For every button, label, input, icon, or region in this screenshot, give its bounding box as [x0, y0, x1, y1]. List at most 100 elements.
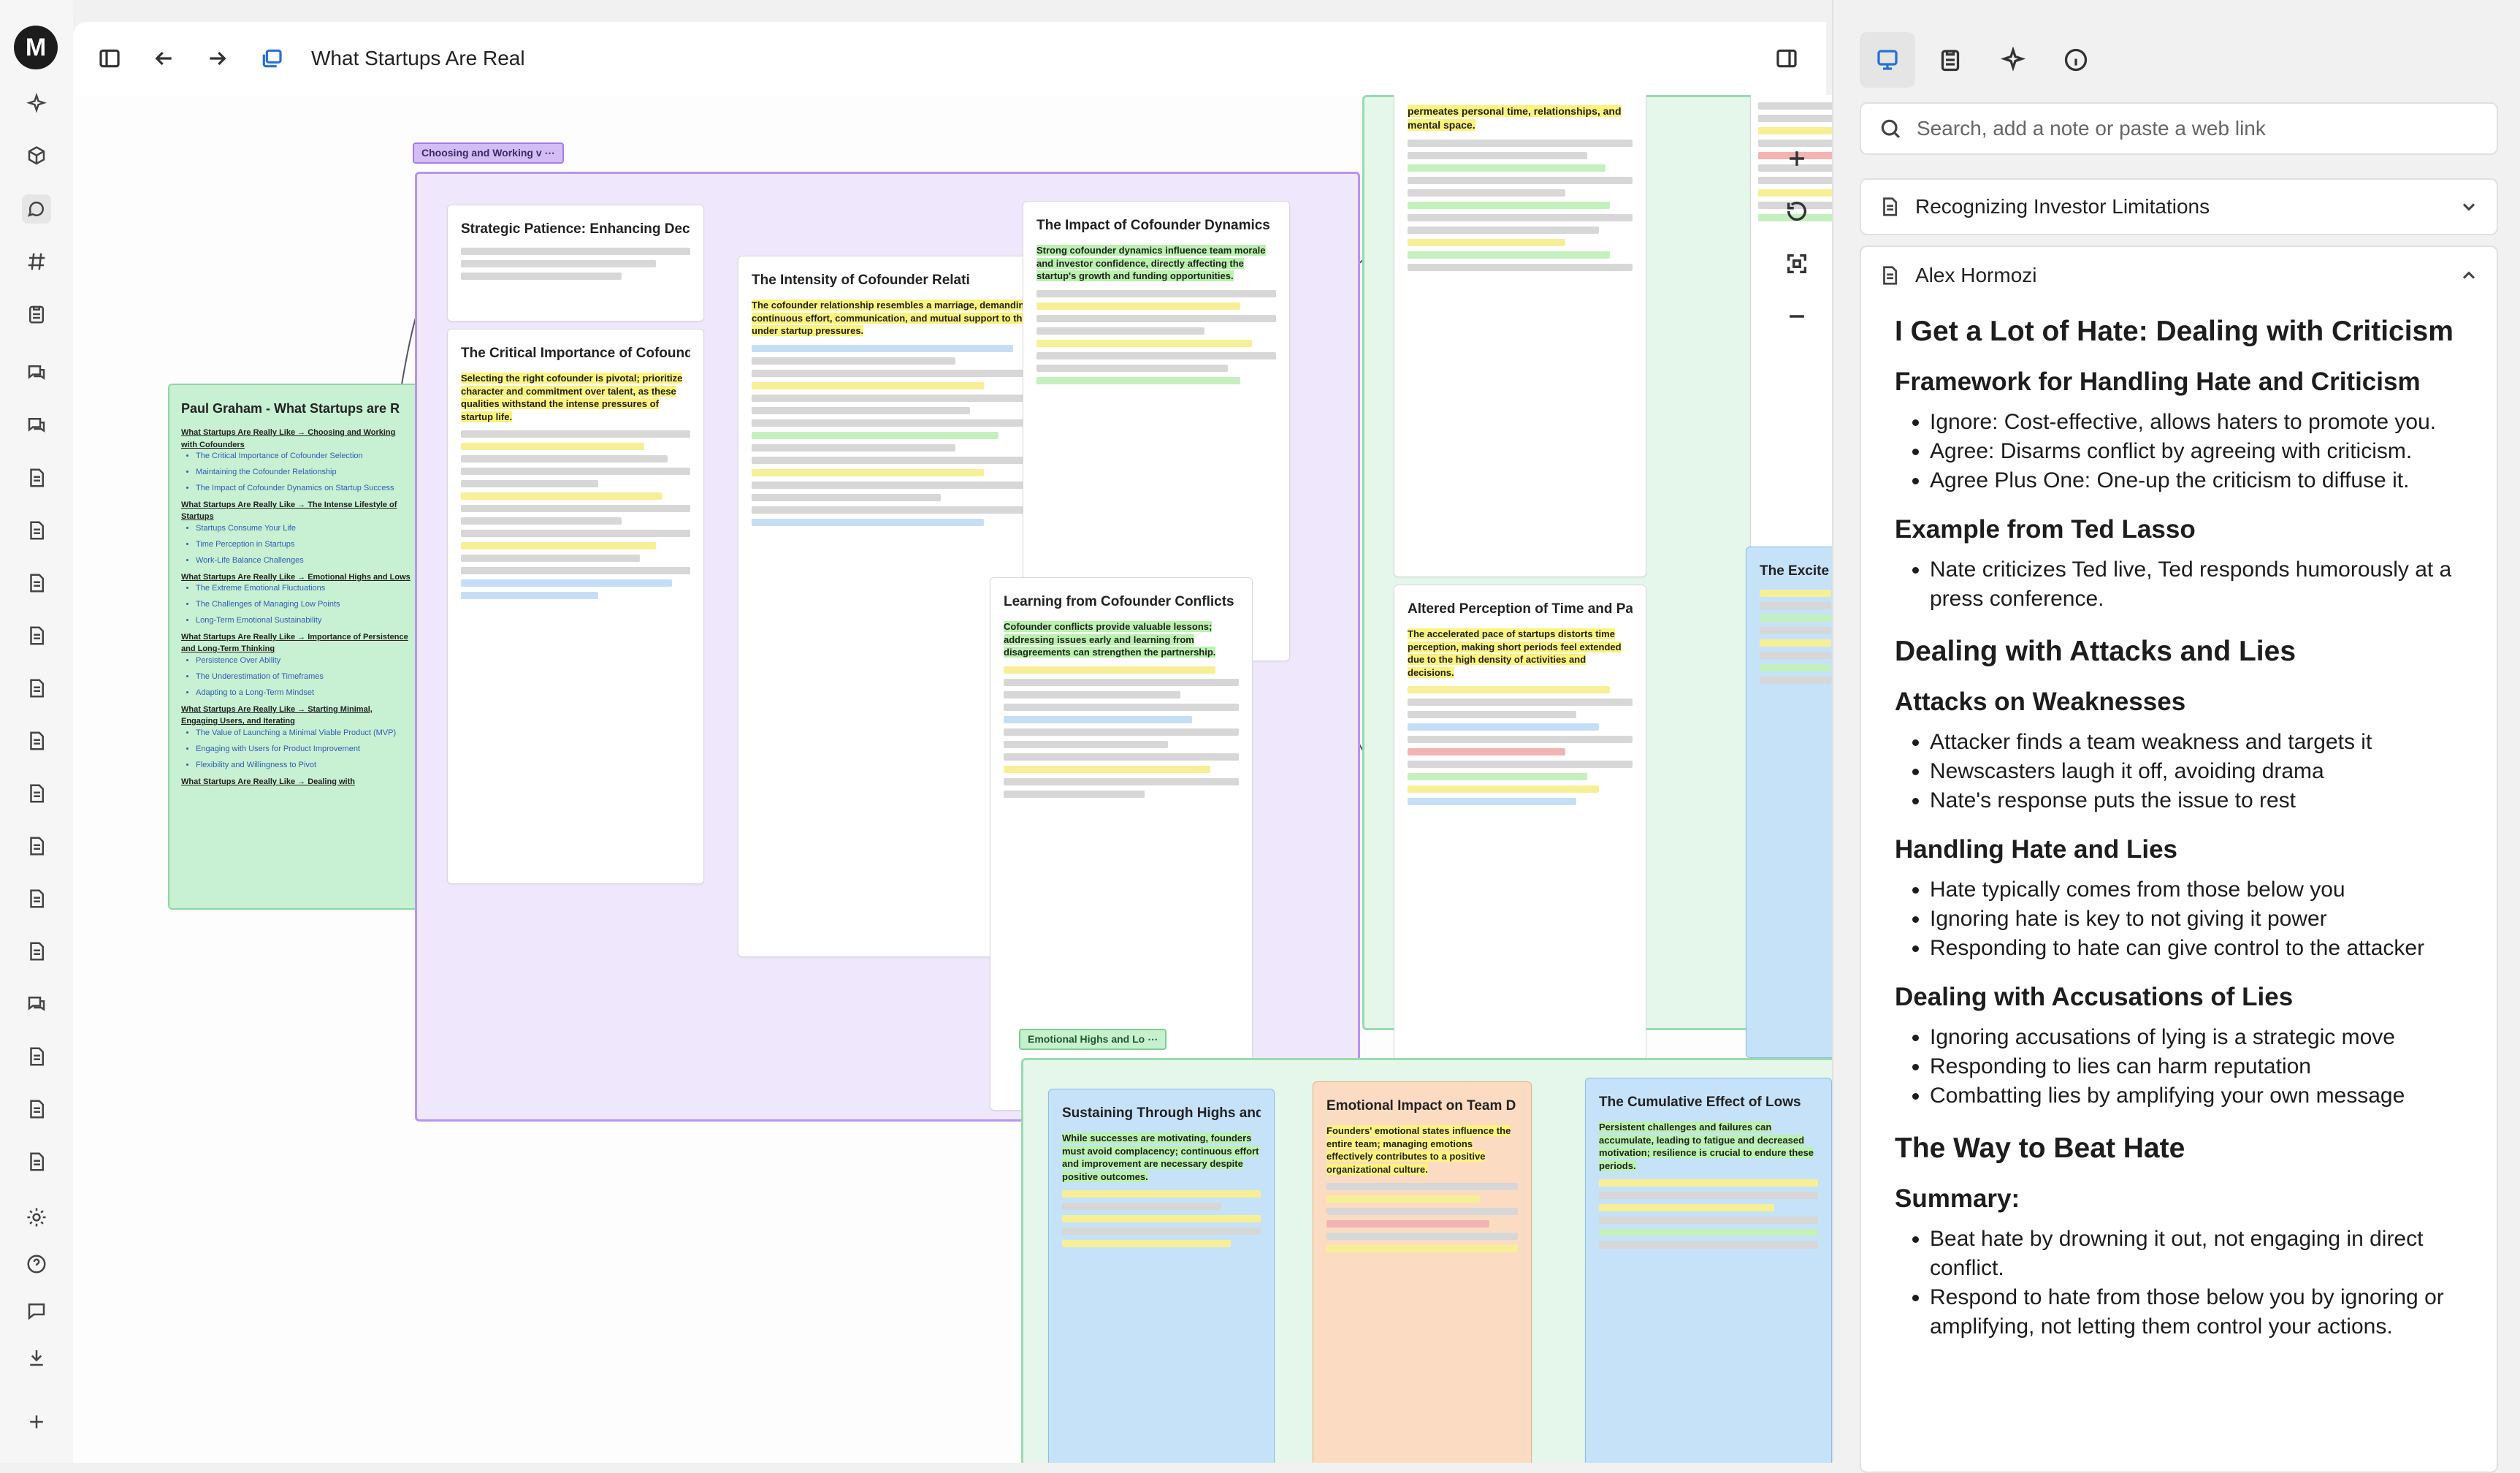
tab-info[interactable]	[2048, 32, 2104, 88]
top-toolbar: What Startups Are Real	[73, 22, 1826, 95]
overview-link[interactable]: Persistence Over Ability	[196, 655, 411, 667]
message-icon[interactable]	[22, 1296, 51, 1325]
right-panel-toggle-icon[interactable]	[1769, 41, 1804, 76]
chat-icon[interactable]	[22, 411, 51, 440]
overview-link[interactable]: Maintaining the Cofounder Relationship	[196, 467, 411, 479]
mindmap-canvas[interactable]: Paul Graham - What Startups are R What S…	[73, 95, 1832, 1463]
card-excitement[interactable]: The Excite	[1746, 547, 1832, 1058]
card-title: The Impact of Cofounder Dynamics	[1036, 218, 1270, 233]
document-icon[interactable]	[22, 463, 51, 492]
overview-section-heading[interactable]: What Startups Are Really Like → Dealing …	[181, 776, 411, 788]
overview-link[interactable]: The Extreme Emotional Fluctuations	[196, 583, 411, 595]
document-icon	[1883, 197, 1898, 216]
back-arrow-icon[interactable]	[146, 41, 181, 76]
cube-icon[interactable]	[22, 142, 51, 171]
chevron-down-icon[interactable]	[2459, 197, 2479, 217]
card-emotional-impact[interactable]: Emotional Impact on Team D Founders' emo…	[1313, 1081, 1532, 1463]
card-lead: Selecting the right cofounder is pivotal…	[461, 373, 683, 422]
left-rail: M	[0, 0, 73, 1463]
sidebar-toggle-icon[interactable]	[92, 41, 127, 76]
gear-icon[interactable]	[22, 1203, 51, 1232]
tab-ai[interactable]	[1985, 32, 2041, 88]
overview-link[interactable]: Startups Consume Your Life	[196, 523, 411, 535]
clipboard-icon[interactable]	[22, 300, 51, 329]
document-icon[interactable]	[22, 621, 51, 650]
overview-link[interactable]: The Underestimation of Timeframes	[196, 671, 411, 683]
card-critical-importance[interactable]: The Critical Importance of Cofound Selec…	[447, 329, 704, 884]
chat-icon[interactable]	[22, 358, 51, 387]
document-icon[interactable]	[22, 779, 51, 808]
plus-icon[interactable]	[22, 1407, 51, 1436]
hash-icon[interactable]	[22, 247, 51, 276]
list-item: Attacker finds a team weakness and targe…	[1930, 728, 2464, 757]
document-icon[interactable]	[22, 516, 51, 545]
search-input[interactable]	[1915, 116, 2470, 141]
note-list: Nate criticizes Ted live, Ted responds h…	[1895, 555, 2464, 614]
note-heading: Dealing with Attacks and Lies	[1895, 636, 2296, 668]
zoom-out-icon[interactable]	[1784, 304, 1809, 329]
note-body[interactable]: I Get a Lot of Hate: Dealing with Critic…	[1861, 316, 2497, 1341]
overview-link[interactable]: Flexibility and Willingness to Pivot	[196, 760, 411, 772]
help-icon[interactable]	[22, 1249, 51, 1279]
group-tag-emotional[interactable]: Emotional Highs and Lo ⋯	[1019, 1029, 1167, 1050]
card-title: Learning from Cofounder Conflicts	[1004, 594, 1234, 609]
chevron-up-icon[interactable]	[2459, 265, 2479, 286]
overview-section-heading[interactable]: What Startups Are Really Like → The Inte…	[181, 499, 411, 523]
info-icon	[2064, 48, 2088, 72]
panel-tabs	[1860, 32, 2104, 88]
document-icon[interactable]	[22, 674, 51, 703]
fit-view-icon[interactable]	[1784, 251, 1809, 276]
overview-link[interactable]: Time Perception in Startups	[196, 539, 411, 551]
card-cumulative-lows[interactable]: The Cumulative Effect of Lows Persistent…	[1585, 1078, 1832, 1463]
document-icon[interactable]	[22, 884, 51, 913]
group-tag-cofounders[interactable]: Choosing and Working v ⋯	[413, 142, 564, 164]
document-icon[interactable]	[22, 1095, 51, 1124]
overview-section-heading[interactable]: What Startups Are Really Like → Importan…	[181, 631, 411, 655]
sparkle-icon[interactable]	[22, 89, 51, 118]
note-row-investor[interactable]: Recognizing Investor Limitations	[1860, 178, 2498, 235]
chat-alt-icon[interactable]	[22, 194, 51, 224]
card-title: The Critical Importance of Cofound	[461, 346, 690, 361]
page-title: What Startups Are Real	[311, 47, 525, 69]
list-item: Beat hate by drowning it out, not engagi…	[1930, 1225, 2464, 1283]
forward-arrow-icon[interactable]	[200, 41, 235, 76]
document-icon[interactable]	[22, 726, 51, 755]
overview-card[interactable]: Paul Graham - What Startups are R What S…	[168, 384, 424, 910]
canvas-stack-icon[interactable]	[254, 41, 289, 76]
card-sustaining[interactable]: Sustaining Through Highs and While succe…	[1048, 1089, 1275, 1463]
card-altered-perception[interactable]: Altered Perception of Time and Pa The ac…	[1394, 585, 1646, 1081]
chat-icon[interactable]	[22, 989, 51, 1019]
overview-link[interactable]: The Challenges of Managing Low Points	[196, 599, 411, 611]
note-row-hormozi[interactable]: Alex Hormozi	[1861, 247, 2497, 304]
list-item: Responding to lies can harm reputation	[1930, 1052, 2464, 1081]
card-startups-consume[interactable]: permeates personal time, relationships, …	[1394, 95, 1646, 577]
app-logo[interactable]: M	[14, 26, 58, 69]
overview-section-heading[interactable]: What Startups Are Really Like → Starting…	[181, 704, 411, 728]
overview-link[interactable]: The Impact of Cofounder Dynamics on Star…	[196, 483, 411, 495]
card-strategic-patience[interactable]: Strategic Patience: Enhancing Deci	[447, 205, 704, 321]
document-icon[interactable]	[22, 831, 51, 861]
document-icon[interactable]	[22, 937, 51, 966]
overview-section-heading[interactable]: What Startups Are Really Like → Emotiona…	[181, 571, 411, 584]
note-list: Ignoring accusations of lying is a strat…	[1895, 1023, 2464, 1111]
overview-link[interactable]: Long-Term Emotional Sustainability	[196, 615, 411, 627]
overview-link[interactable]: Work-Life Balance Challenges	[196, 555, 411, 567]
tab-notes[interactable]	[1860, 32, 1915, 88]
overview-link[interactable]: The Value of Launching a Minimal Viable …	[196, 728, 411, 739]
reset-view-icon[interactable]	[1784, 199, 1809, 224]
overview-link[interactable]: Adapting to a Long-Term Mindset	[196, 688, 411, 699]
card-lead: While successes are motivating, founders…	[1062, 1133, 1259, 1182]
overview-link[interactable]: Engaging with Users for Product Improvem…	[196, 744, 411, 755]
overview-link[interactable]: The Critical Importance of Cofounder Sel…	[196, 451, 411, 463]
document-icon[interactable]	[22, 1042, 51, 1071]
note-subheading: Framework for Handling Hate and Criticis…	[1895, 368, 2421, 397]
zoom-in-icon[interactable]	[1784, 146, 1809, 171]
card-title: Strategic Patience: Enhancing Deci	[461, 221, 690, 237]
overview-section-heading[interactable]: What Startups Are Really Like → Choosing…	[181, 427, 411, 451]
download-icon[interactable]	[22, 1343, 51, 1372]
document-icon[interactable]	[22, 1147, 51, 1176]
search-box[interactable]	[1860, 102, 2498, 155]
card-title: permeates personal time, relationships, …	[1408, 105, 1622, 131]
tab-clipboard[interactable]	[1923, 32, 1978, 88]
document-icon[interactable]	[22, 568, 51, 598]
